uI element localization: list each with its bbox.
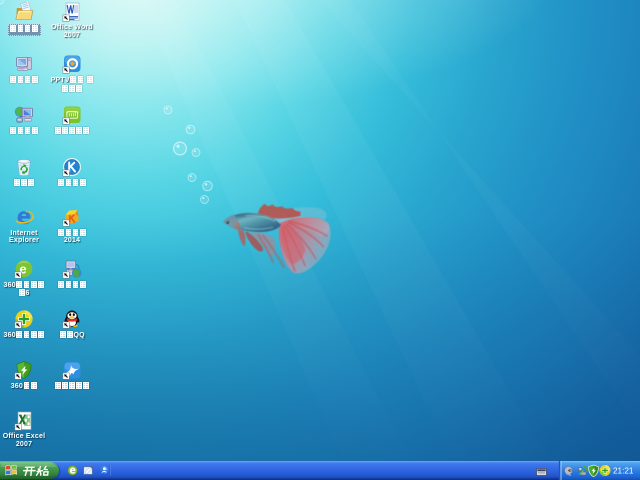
svg-text:21:21: 21:21 — [613, 467, 634, 476]
